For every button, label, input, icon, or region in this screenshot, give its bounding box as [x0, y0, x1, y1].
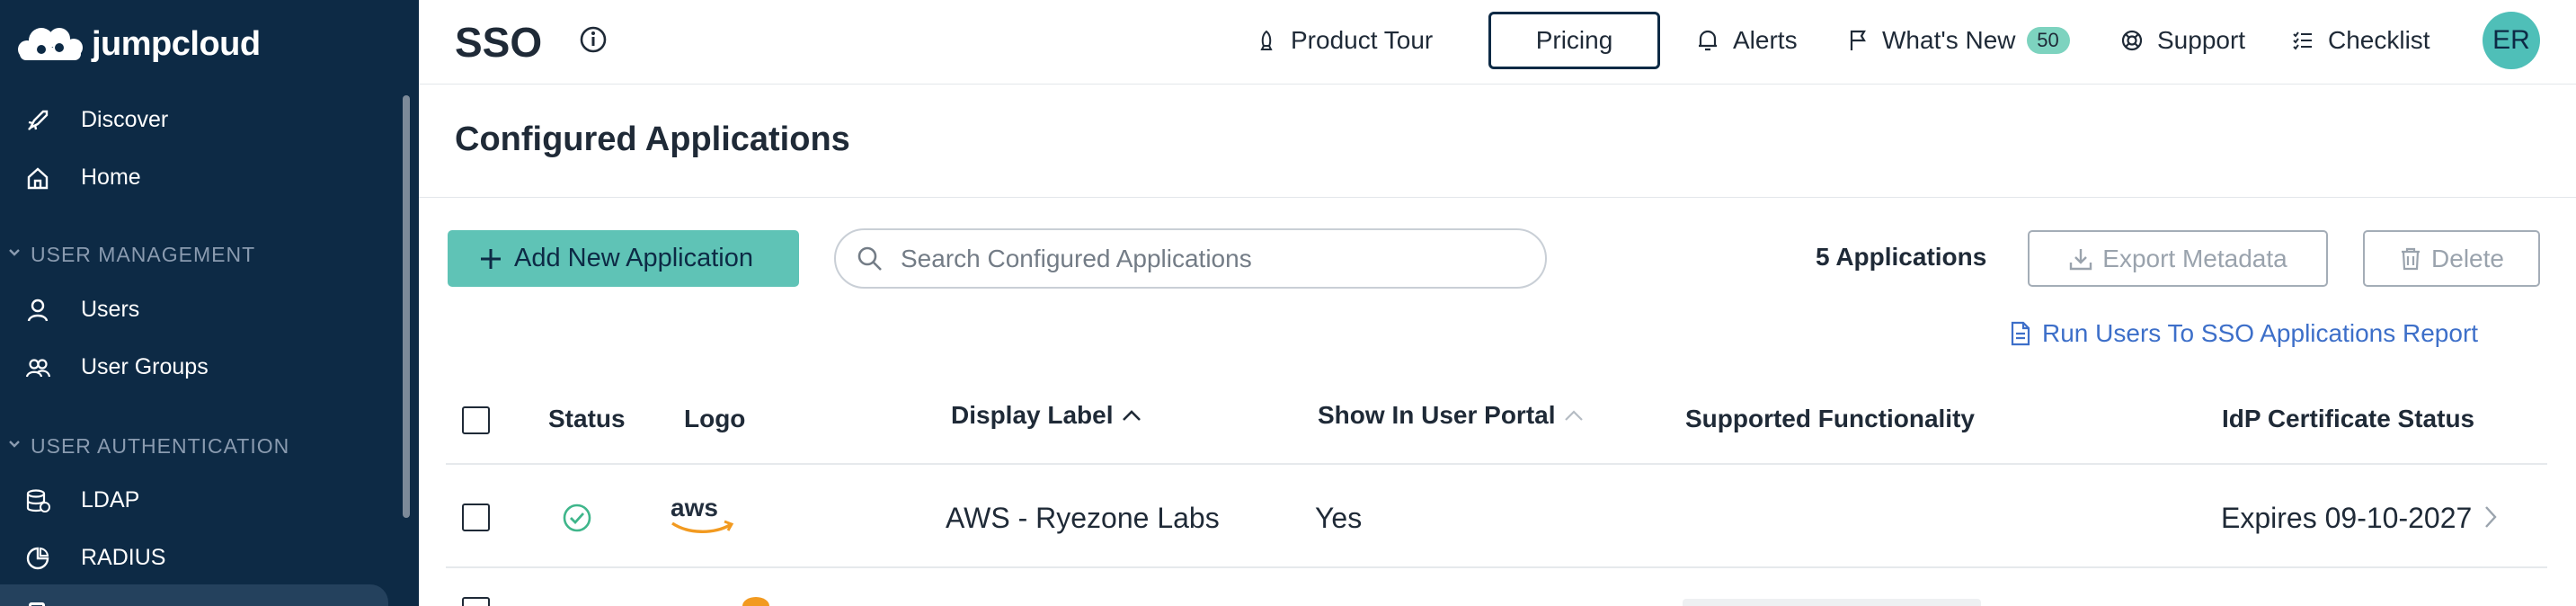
sidebar-item-discover[interactable]: Discover	[0, 93, 395, 147]
column-cert-status-label: IdP Certificate Status	[2222, 405, 2475, 432]
column-show-in-portal-label: Show In User Portal	[1318, 401, 1556, 429]
add-new-application-label: Add New Application	[514, 244, 753, 272]
user-avatar[interactable]: ER	[2483, 12, 2540, 69]
column-header-supported-functionality: Supported Functionality	[1685, 405, 1975, 433]
export-metadata-button[interactable]: Export Metadata	[2028, 230, 2328, 287]
section-user-management[interactable]: USER MANAGEMENT	[0, 236, 395, 272]
delete-label: Delete	[2431, 244, 2504, 272]
application-count: 5 Applications	[1816, 243, 1987, 271]
rocket-icon	[28, 110, 49, 130]
info-icon[interactable]	[579, 25, 608, 54]
add-new-application-button[interactable]: Add New Application	[448, 230, 799, 287]
lifebuoy-icon	[2121, 30, 2143, 51]
rocket-icon	[1260, 30, 1273, 50]
sidebar-item-ldap[interactable]: LDAP	[0, 473, 395, 527]
show-in-portal-cell: Yes	[1315, 502, 1363, 534]
page-title: SSO	[455, 19, 543, 66]
sidebar-item-label: LDAP	[81, 486, 140, 512]
status-active-icon	[563, 504, 591, 532]
table-header-divider	[446, 463, 2547, 465]
chevron-down-icon	[9, 441, 20, 448]
brand-name: jumpcloud	[92, 24, 261, 63]
sidebar-item-radius[interactable]: RADIUS	[0, 530, 395, 584]
column-functionality-label: Supported Functionality	[1685, 405, 1975, 432]
run-report-label: Run Users To SSO Applications Report	[2042, 319, 2479, 347]
search-input[interactable]	[901, 244, 1512, 273]
column-header-status: Status	[548, 405, 626, 433]
cert-status-cell: Expires 09-10-2027	[2221, 502, 2473, 534]
sidebar-item-home[interactable]: Home	[0, 150, 395, 204]
column-header-idp-certificate-status: IdP Certificate Status	[2222, 405, 2474, 433]
delete-button[interactable]: Delete	[2363, 230, 2540, 287]
whats-new-label: What's New	[1882, 26, 2016, 54]
chevron-right-icon[interactable]	[2483, 504, 2499, 530]
home-icon	[27, 167, 49, 190]
search-field[interactable]	[834, 228, 1547, 289]
display-label-cell[interactable]: AWS - Ryezone Labs	[946, 502, 1220, 535]
column-logo-label: Logo	[684, 405, 746, 432]
alerts-label: Alerts	[1733, 26, 1798, 54]
column-header-logo: Logo	[684, 405, 745, 433]
jumpcloud-logo[interactable]: jumpcloud	[14, 20, 261, 68]
select-all-checkbox[interactable]	[462, 406, 490, 434]
document-icon	[2011, 321, 2030, 346]
support-button[interactable]: Support	[2121, 0, 2245, 81]
row-select-checkbox[interactable]	[462, 504, 490, 531]
cloud-logo-icon	[18, 28, 83, 60]
section-user-authentication[interactable]: USER AUTHENTICATION	[0, 428, 395, 464]
chevron-down-icon	[9, 249, 20, 256]
row-select-checkbox[interactable]	[462, 597, 490, 606]
section-title: USER MANAGEMENT	[31, 242, 256, 266]
whats-new-count-badge: 50	[2026, 27, 2070, 54]
sidebar-item-label: Users	[81, 296, 140, 322]
sidebar-item-user-groups[interactable]: User Groups	[0, 340, 395, 394]
column-header-display-label[interactable]: Display Label	[951, 401, 1142, 430]
sidebar-item-label: User Groups	[81, 353, 209, 379]
user-icon	[27, 299, 49, 322]
pricing-button[interactable]: Pricing	[1488, 12, 1660, 69]
checklist-label: Checklist	[2328, 26, 2430, 54]
sidebar-item-label: RADIUS	[81, 544, 166, 570]
sort-ascending-icon	[1122, 410, 1141, 421]
column-display-label-label: Display Label	[951, 401, 1114, 429]
functionality-tag	[1683, 599, 1981, 606]
section-header: Configured Applications	[419, 85, 2576, 198]
table-row-divider	[446, 566, 2547, 568]
plus-icon	[481, 248, 501, 269]
app-grid-icon	[29, 602, 45, 606]
column-header-show-in-user-portal[interactable]: Show In User Portal	[1318, 401, 1585, 430]
run-report-link[interactable]: Run Users To SSO Applications Report	[2010, 319, 2478, 348]
pricing-label: Pricing	[1535, 26, 1613, 54]
trash-icon	[2402, 247, 2421, 270]
support-label: Support	[2157, 26, 2246, 54]
sidebar-item-label: Discover	[81, 106, 169, 132]
alerts-button[interactable]: Alerts	[1697, 0, 1798, 81]
column-status-label: Status	[548, 405, 626, 432]
app-logo-icon	[742, 597, 769, 606]
bell-icon	[1699, 30, 1717, 51]
sidebar-item-partial[interactable]	[0, 584, 388, 606]
download-icon	[2070, 248, 2092, 270]
export-metadata-label: Export Metadata	[2102, 244, 2287, 272]
flag-icon	[1850, 30, 1866, 50]
radius-icon	[26, 547, 49, 570]
svg-text:aws: aws	[671, 494, 718, 521]
aws-logo-icon: aws	[671, 494, 734, 533]
whats-new-button[interactable]: What's New 50	[1848, 0, 2070, 81]
section-title: USER AUTHENTICATION	[31, 433, 290, 458]
checklist-icon	[2293, 31, 2312, 50]
user-groups-icon	[25, 359, 50, 378]
ldap-database-icon	[26, 489, 50, 512]
product-tour-button[interactable]: Product Tour	[1257, 0, 1433, 81]
sidebar-item-label: Home	[81, 164, 141, 190]
sidebar-item-users[interactable]: Users	[0, 282, 395, 336]
section-title: Configured Applications	[455, 120, 850, 158]
search-icon	[857, 246, 882, 271]
checklist-button[interactable]: Checklist	[2292, 0, 2430, 81]
sort-icon	[1564, 410, 1583, 421]
sidebar-scrollbar[interactable]	[403, 95, 410, 518]
sidebar: jumpcloud Discover Home USER MANAGEMENT …	[0, 0, 419, 606]
product-tour-label: Product Tour	[1291, 26, 1434, 54]
